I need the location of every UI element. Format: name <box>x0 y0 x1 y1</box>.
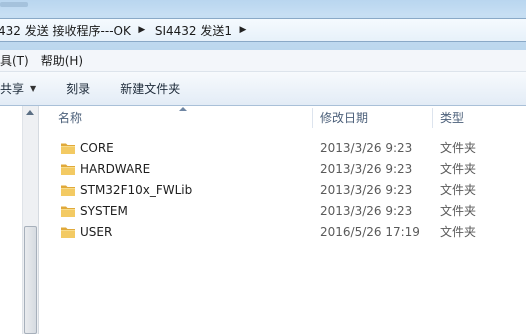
sort-ascending-icon <box>179 107 187 111</box>
column-header-type[interactable]: 类型 <box>434 106 464 130</box>
folder-icon <box>61 143 75 154</box>
chevron-down-icon: ▼ <box>30 84 37 93</box>
file-modified-date: 2013/3/26 9:23 <box>320 183 413 197</box>
address-area: 432 发送 接收程序---OK ▶ SI4432 发送1 ▶ <box>0 14 526 50</box>
file-modified-date: 2013/3/26 9:23 <box>320 141 413 155</box>
file-row[interactable]: HARDWARE 2013/3/26 9:23 文件夹 <box>40 159 526 180</box>
file-rows: CORE 2013/3/26 9:23 文件夹 HARDWARE 2013/3/… <box>40 138 526 243</box>
column-header-name[interactable]: 名称 <box>52 106 82 130</box>
file-modified-date: 2013/3/26 9:23 <box>320 162 413 176</box>
share-label: 共享 <box>0 82 25 96</box>
column-divider[interactable] <box>312 108 313 128</box>
file-row[interactable]: CORE 2013/3/26 9:23 文件夹 <box>40 138 526 159</box>
file-type: 文件夹 <box>440 141 477 155</box>
file-type: 文件夹 <box>440 204 477 218</box>
breadcrumb-parent[interactable]: 432 发送 接收程序---OK <box>0 22 135 39</box>
folder-icon <box>61 164 75 175</box>
folder-icon <box>61 206 75 217</box>
scroll-up-icon[interactable] <box>26 110 34 115</box>
file-row[interactable]: STM32F10x_FWLib 2013/3/26 9:23 文件夹 <box>40 180 526 201</box>
chevron-right-icon[interactable]: ▶ <box>135 25 149 35</box>
file-modified-date: 2016/5/26 17:19 <box>320 225 420 239</box>
navigation-pane[interactable] <box>0 106 22 334</box>
column-divider[interactable] <box>432 108 433 128</box>
file-type: 文件夹 <box>440 183 477 197</box>
chevron-right-icon[interactable]: ▶ <box>236 25 250 35</box>
folder-icon <box>61 185 75 196</box>
menu-bar: 具(T) 帮助(H) <box>0 50 526 72</box>
file-row[interactable]: SYSTEM 2013/3/26 9:23 文件夹 <box>40 201 526 222</box>
file-modified-date: 2013/3/26 9:23 <box>320 204 413 218</box>
folder-icon <box>61 227 75 238</box>
file-row[interactable]: USER 2016/5/26 17:19 文件夹 <box>40 222 526 243</box>
file-type: 文件夹 <box>440 162 477 176</box>
breadcrumb-current[interactable]: SI4432 发送1 <box>155 22 236 39</box>
column-header-row: 名称 修改日期 类型 <box>40 106 526 130</box>
command-bar: 共享 ▼ 刻录 新建文件夹 <box>0 72 526 106</box>
file-list: 名称 修改日期 类型 CORE 2013/3/26 9:23 文件夹 HARDW… <box>40 106 526 334</box>
navigation-scrollbar[interactable] <box>22 106 39 334</box>
file-name: HARDWARE <box>80 162 151 176</box>
scrollbar-thumb[interactable] <box>24 226 37 334</box>
file-name: CORE <box>80 141 114 155</box>
window-title-bar <box>0 0 526 14</box>
burn-button[interactable]: 刻录 <box>58 80 98 97</box>
new-folder-button[interactable]: 新建文件夹 <box>112 80 188 97</box>
file-name: USER <box>80 225 113 239</box>
file-type: 文件夹 <box>440 225 477 239</box>
menu-help[interactable]: 帮助(H) <box>35 52 89 69</box>
file-name: SYSTEM <box>80 204 128 218</box>
share-button[interactable]: 共享 ▼ <box>0 80 44 97</box>
menu-tools[interactable]: 具(T) <box>0 52 35 69</box>
file-name: STM32F10x_FWLib <box>80 183 193 197</box>
column-header-date[interactable]: 修改日期 <box>314 106 368 130</box>
address-bar[interactable]: 432 发送 接收程序---OK ▶ SI4432 发送1 ▶ <box>0 18 526 42</box>
